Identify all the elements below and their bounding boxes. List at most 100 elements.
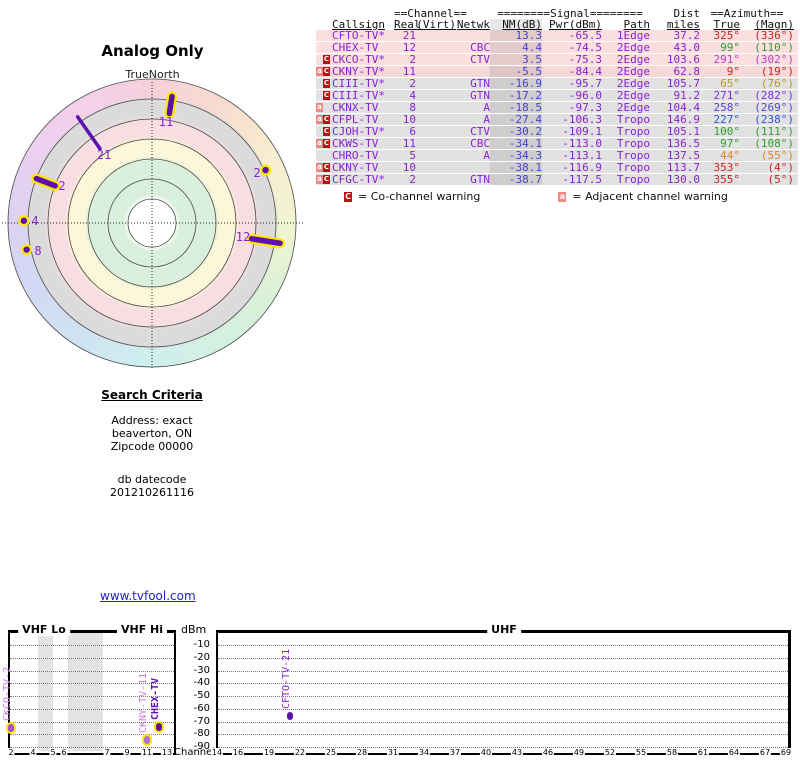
channel-tick-label: 69 — [779, 748, 793, 757]
power-cell: -95.7 — [568, 77, 602, 90]
dbm-gridline — [10, 657, 174, 659]
warning-cell: aC — [316, 138, 332, 149]
spectrum-station-label: CKNY-TV-11 — [138, 672, 149, 733]
network-cell: GTN — [470, 77, 490, 90]
channel-tick-label: 19 — [262, 748, 276, 757]
virtual-channel-cell — [416, 150, 456, 161]
station-marker — [75, 115, 102, 151]
co-channel-warning-icon: C — [323, 127, 330, 136]
dbm-tick-label: -60 — [193, 702, 210, 714]
path-cell: Tropo — [616, 173, 650, 186]
virtual-channel-cell — [416, 114, 456, 125]
distance-cell: 91.2 — [673, 89, 701, 102]
channel-tick-label: 5 — [49, 748, 57, 757]
station-marker — [166, 93, 175, 117]
channel-tick-label: 61 — [696, 748, 710, 757]
azimuth-true-cell: 258° — [713, 101, 741, 114]
col-header-virt: (Virt) — [416, 18, 456, 31]
station-marker — [23, 246, 30, 253]
spectrum-station-marker — [287, 711, 293, 720]
azimuth-magnetic-cell: (302°) — [754, 53, 794, 66]
co-channel-warning-icon — [323, 151, 330, 160]
callsign-cell: CFTO-TV* — [332, 29, 385, 42]
adjacent-channel-warning-icon: a — [316, 115, 323, 124]
callsign-cell: CIII-TV* — [332, 77, 385, 90]
table-body: CFTO-TV* 21 13.3 -65.5 1Edge 37.2 325° (336°) CH… — [316, 30, 798, 186]
co-channel-warning-icon: C — [344, 192, 352, 202]
polar-overlay: 1121248212 — [2, 78, 303, 368]
azimuth-true-cell: 291° — [713, 53, 741, 66]
vhf-lo-band-label: VHF Lo — [18, 623, 70, 636]
path-cell: 2Edge — [616, 89, 650, 102]
channel-tick-label: 64 — [727, 748, 741, 757]
network-cell: CTV — [470, 53, 490, 66]
real-channel-cell: 4 — [409, 89, 416, 102]
network-cell — [456, 30, 490, 41]
callsign-cell: CKNX-TV — [332, 101, 379, 114]
azimuth-true-cell: 99° — [720, 41, 740, 54]
azimuth-true-cell: 227° — [713, 113, 741, 126]
azimuth-true-cell: 271° — [713, 89, 741, 102]
warning-cell — [316, 150, 332, 161]
adjacent-channel-warning-icon — [316, 151, 323, 160]
azimuth-true-cell: 44° — [720, 149, 740, 162]
warning-cell: C — [316, 54, 332, 65]
channel-tick-label: 4 — [29, 748, 37, 757]
real-channel-cell: 21 — [402, 29, 416, 42]
channel-tick-label: 58 — [665, 748, 679, 757]
dbm-gridline — [218, 657, 788, 659]
spectrum-station-label: CFTO-TV-21 — [281, 648, 292, 709]
distance-cell: 105.1 — [666, 125, 700, 138]
azimuth-magnetic-cell: (19°) — [760, 65, 794, 78]
adjacent-channel-warning-icon — [316, 31, 323, 40]
network-cell: GTN — [470, 173, 490, 186]
adjacent-channel-warning-icon — [316, 91, 323, 100]
callsign-cell: CFPL-TV — [332, 113, 379, 126]
db-datecode-label: db datecode — [117, 473, 187, 486]
search-criteria-title: Search Criteria — [101, 388, 203, 402]
spectrum-station-marker — [8, 724, 14, 733]
channel-tick-label: 16 — [231, 748, 245, 757]
dbm-tick-label: -10 — [193, 639, 210, 650]
spectrum-station-label: CHEX-TV — [150, 678, 161, 721]
dbm-gridline — [218, 645, 788, 646]
real-channel-cell: 8 — [409, 101, 416, 114]
channel-tick-label: 43 — [510, 748, 524, 757]
azimuth-magnetic-cell: (5°) — [767, 173, 795, 186]
vhf-hi-band-label: VHF Hi — [116, 623, 168, 636]
power-cell: -97.3 — [568, 101, 602, 114]
path-cell: 2Edge — [616, 65, 650, 78]
power-cell: -109.1 — [562, 125, 602, 138]
table-row: C CKCO-TV* 2 CTV 3.5 -75.3 2Edge 103.6 291° (302°… — [316, 54, 798, 66]
azimuth-true-cell: 65° — [720, 77, 740, 90]
power-cell: -113.0 — [562, 137, 602, 150]
dbm-tick-label: -80 — [193, 728, 210, 740]
network-cell: GTN — [470, 89, 490, 102]
channel-tick-label: 55 — [634, 748, 648, 757]
path-cell: 1Edge — [616, 29, 650, 42]
adjacent-channel-warning-icon — [316, 55, 323, 64]
station-marker-channel-label: 4 — [31, 214, 38, 228]
tvfool-link[interactable]: www.tvfool.com — [100, 589, 196, 603]
noise-margin-cell: -18.5 — [490, 102, 542, 113]
callsign-cell: CKWS-TV — [332, 137, 379, 150]
warning-cell: aC — [316, 174, 332, 185]
distance-cell: 104.4 — [666, 101, 700, 114]
network-cell: A — [483, 101, 490, 114]
path-cell: Tropo — [616, 149, 650, 162]
virtual-channel-cell — [416, 42, 456, 53]
channel-tick-label: 22 — [293, 748, 307, 757]
warning-legend: C = Co-channel warning a = Adjacent chan… — [316, 190, 798, 203]
co-channel-warning-icon: C — [323, 67, 330, 76]
channel-tick-label: 9 — [123, 748, 131, 757]
callsign-cell: CJOH-TV* — [332, 125, 385, 138]
real-channel-cell: 6 — [409, 125, 416, 138]
virtual-channel-cell — [416, 30, 456, 41]
spectrum-station-marker — [144, 735, 150, 744]
station-marker-channel-label: 21 — [97, 148, 111, 162]
co-channel-warning-icon — [323, 43, 330, 52]
virtual-channel-cell — [416, 54, 456, 65]
adjacent-channel-warning-icon: a — [316, 139, 323, 148]
distance-cell: 105.7 — [666, 77, 700, 90]
callsign-cell: CHEX-TV — [332, 41, 379, 54]
